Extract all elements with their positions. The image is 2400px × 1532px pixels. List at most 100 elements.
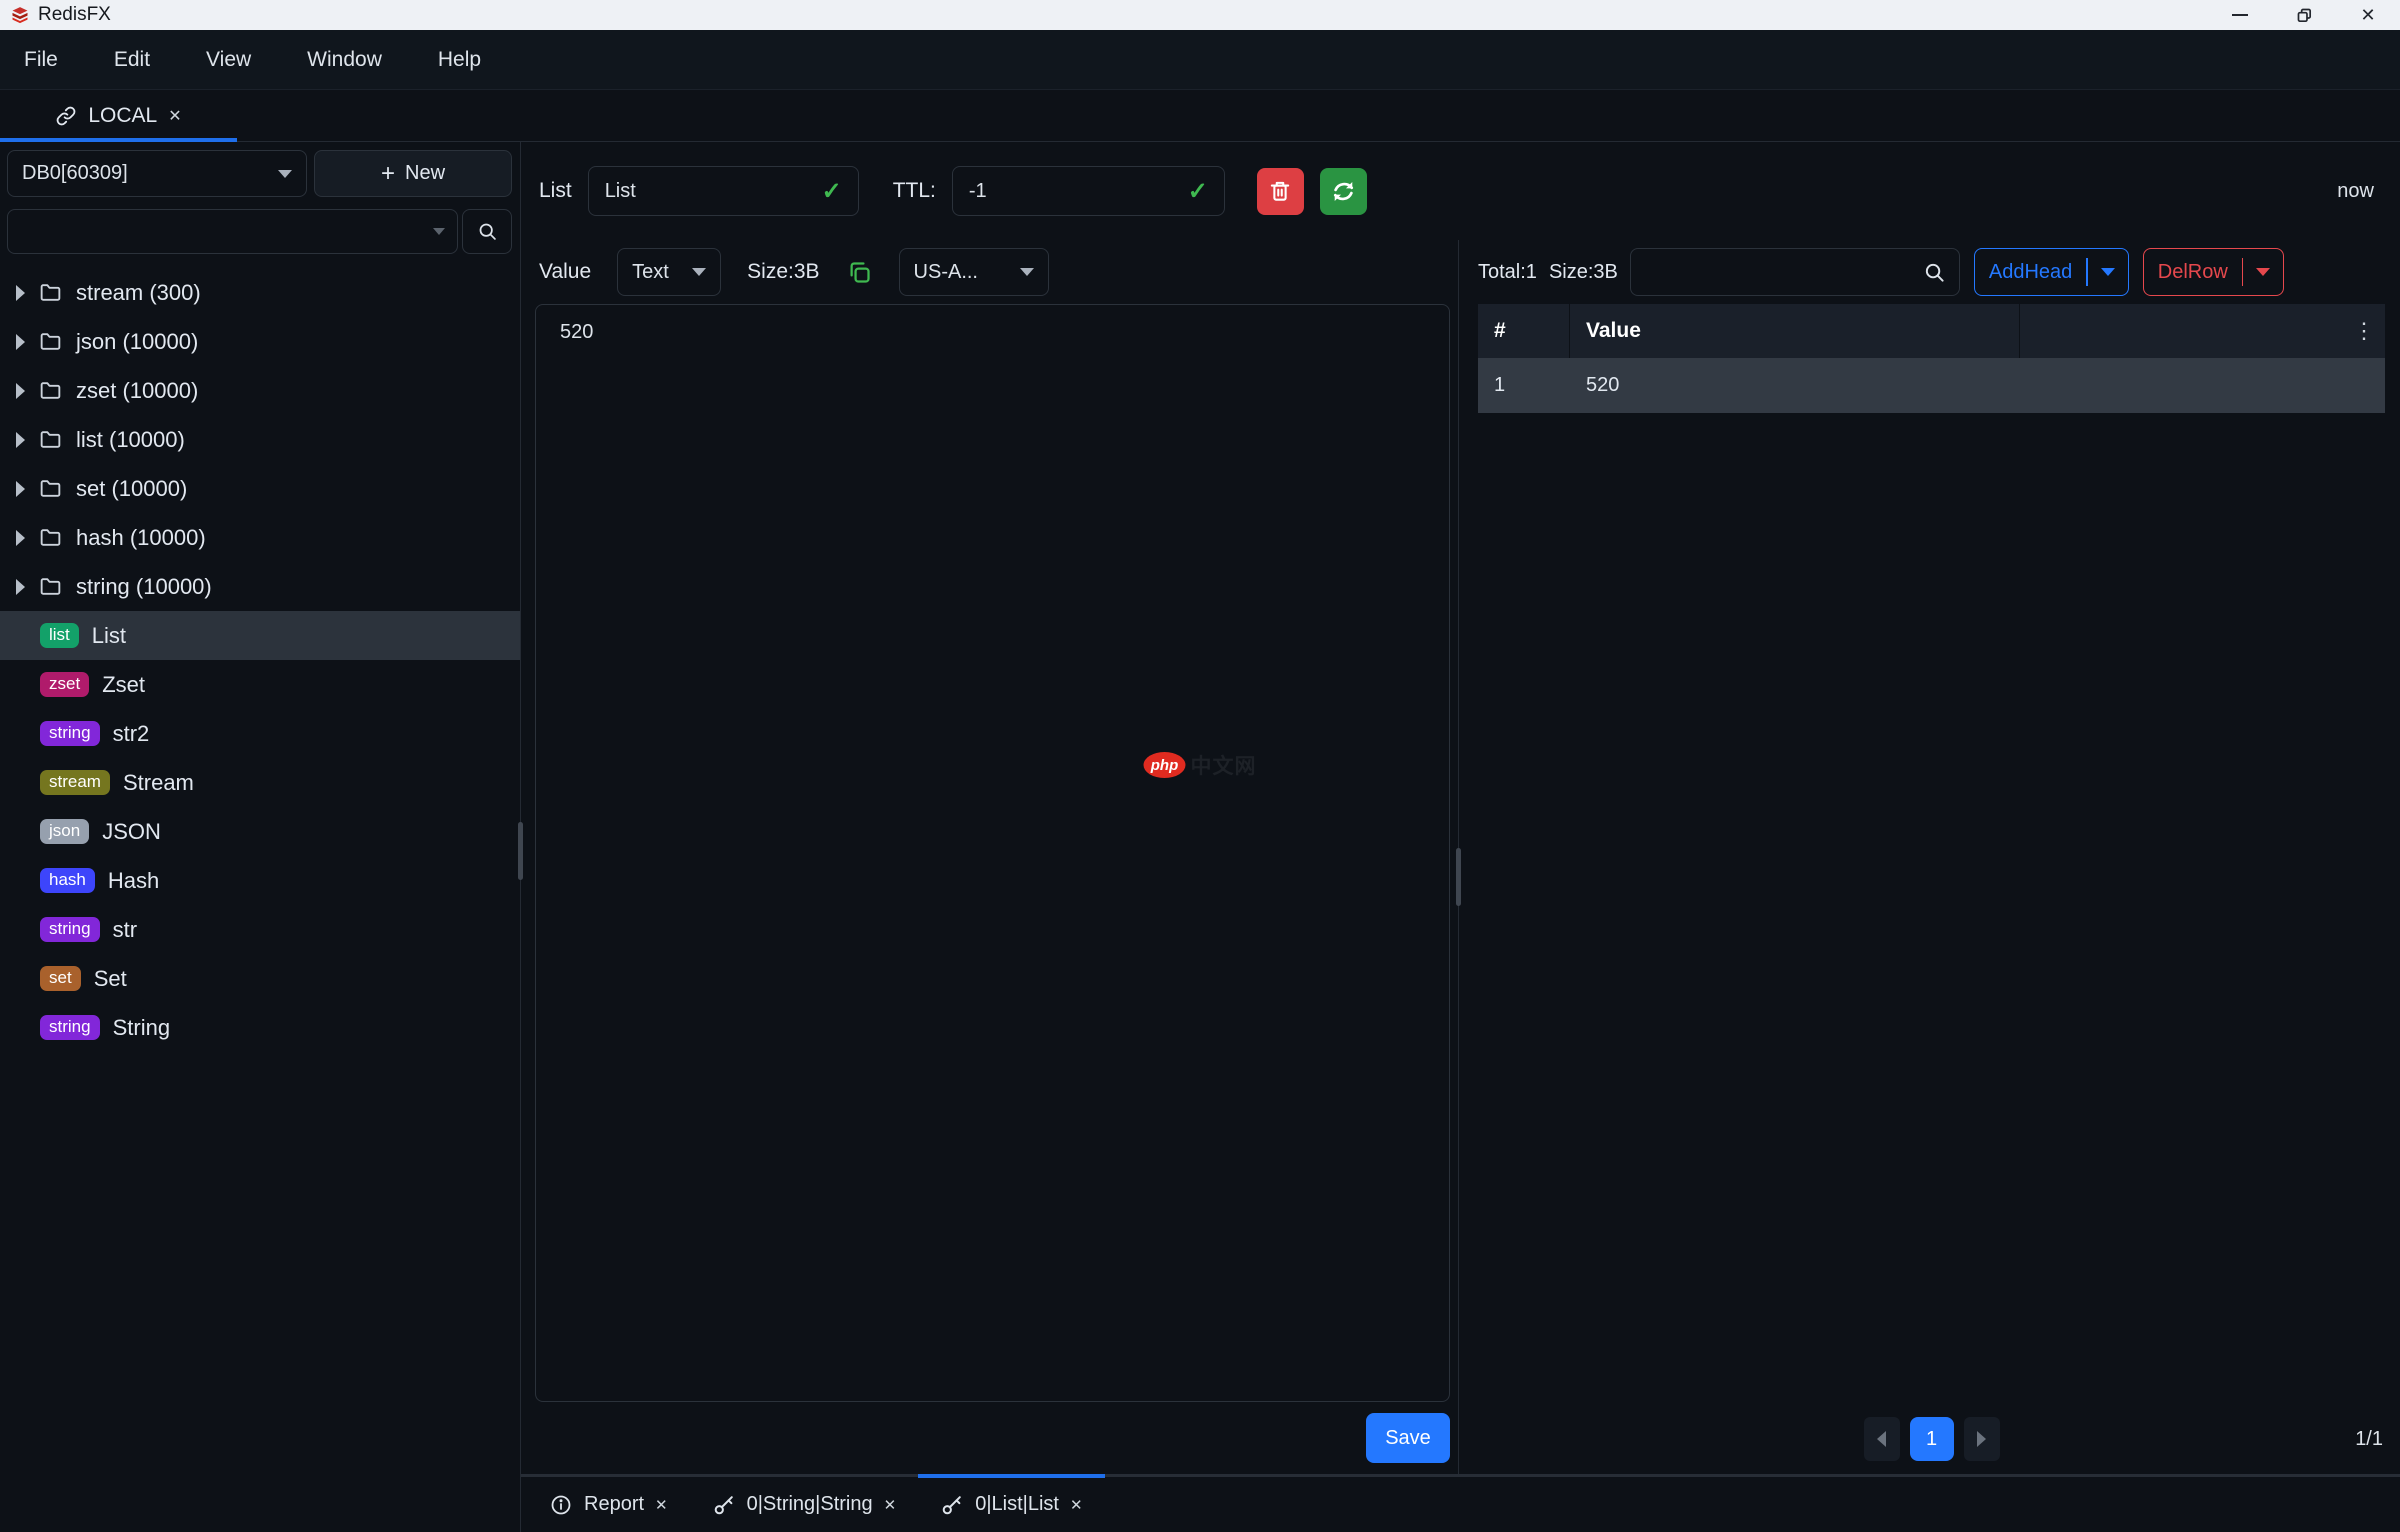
folder-label: stream (300)	[76, 280, 201, 306]
sidebar-resize-handle[interactable]	[518, 822, 523, 880]
close-button[interactable]: ✕	[2336, 0, 2400, 30]
delete-key-button[interactable]	[1257, 168, 1304, 215]
menu-window[interactable]: Window	[307, 48, 382, 72]
chevron-down-icon[interactable]	[2256, 268, 2270, 276]
row-value-cell: 520	[1570, 358, 2020, 413]
value-label: Value	[539, 260, 591, 284]
folder-label: set (10000)	[76, 476, 187, 502]
close-tab-icon[interactable]: ✕	[884, 1496, 897, 1514]
tree-caret-icon[interactable]	[16, 334, 25, 350]
next-page-button[interactable]	[1964, 1417, 2000, 1461]
key-item-hash[interactable]: hash Hash	[0, 856, 520, 905]
key-item-list[interactable]: list List	[0, 611, 520, 660]
tree-folder-string[interactable]: string (10000)	[0, 562, 520, 611]
key-item-stream[interactable]: stream Stream	[0, 758, 520, 807]
info-icon	[549, 1493, 573, 1517]
ttl-input[interactable]: -1 ✓	[952, 166, 1225, 216]
menu-file[interactable]: File	[24, 48, 58, 72]
type-badge: hash	[40, 868, 95, 894]
key-label: Set	[94, 966, 127, 992]
folder-icon	[38, 329, 63, 354]
type-badge: stream	[40, 770, 110, 796]
tab-report[interactable]: Report ✕	[527, 1477, 690, 1532]
minimize-icon	[2232, 14, 2248, 16]
key-tree: stream (300) json (10000) zset (10000) l…	[0, 268, 520, 1532]
column-index-header: #	[1478, 304, 1570, 358]
key-item-zset[interactable]: zset Zset	[0, 660, 520, 709]
search-icon[interactable]	[1923, 261, 1946, 284]
pagination: 1 1/1	[1478, 1404, 2385, 1474]
bottom-tab-bar: Report ✕ 0|String|String ✕ 0|List|List ✕	[521, 1474, 2400, 1532]
key-item-string[interactable]: string String	[0, 1003, 520, 1052]
view-mode-select[interactable]: Text	[617, 248, 721, 296]
del-row-button[interactable]: DelRow	[2143, 248, 2285, 296]
tree-caret-icon[interactable]	[16, 383, 25, 399]
key-search-input[interactable]	[20, 220, 433, 243]
tree-caret-icon[interactable]	[16, 481, 25, 497]
table-header: # Value ⋮	[1478, 304, 2385, 358]
add-head-button[interactable]: AddHead	[1974, 248, 2129, 296]
panel-splitter[interactable]	[1458, 240, 1463, 1474]
new-key-button[interactable]: + New	[314, 150, 512, 197]
key-label: List	[92, 623, 126, 649]
key-item-json[interactable]: json JSON	[0, 807, 520, 856]
chevron-down-icon	[1020, 268, 1034, 276]
search-button[interactable]	[462, 209, 512, 254]
tree-caret-icon[interactable]	[16, 285, 25, 301]
key-item-str[interactable]: string str	[0, 905, 520, 954]
menu-help[interactable]: Help	[438, 48, 481, 72]
rows-search-input[interactable]	[1644, 261, 1923, 284]
tree-folder-set[interactable]: set (10000)	[0, 464, 520, 513]
menu-view[interactable]: View	[206, 48, 251, 72]
search-icon	[477, 221, 498, 242]
page-summary: 1/1	[2355, 1428, 2383, 1451]
tree-folder-hash[interactable]: hash (10000)	[0, 513, 520, 562]
folder-icon	[38, 476, 63, 501]
database-select[interactable]: DB0[60309]	[7, 150, 307, 197]
menu-edit[interactable]: Edit	[114, 48, 150, 72]
ttl-value: -1	[969, 180, 987, 203]
tree-caret-icon[interactable]	[16, 579, 25, 595]
maximize-button[interactable]	[2272, 0, 2336, 30]
close-tab-icon[interactable]: ✕	[1070, 1496, 1083, 1514]
chevron-down-icon[interactable]	[2101, 268, 2115, 276]
titlebar: RedisFX ✕	[0, 0, 2400, 30]
tree-caret-icon[interactable]	[16, 530, 25, 546]
value-editor[interactable]: 520	[535, 304, 1450, 1402]
row-index-cell: 1	[1478, 358, 1570, 413]
current-page-button[interactable]: 1	[1910, 1417, 1954, 1461]
splitter-handle[interactable]	[1456, 848, 1461, 906]
tree-folder-list[interactable]: list (10000)	[0, 415, 520, 464]
close-tab-icon[interactable]: ✕	[655, 1496, 668, 1514]
copy-icon[interactable]	[846, 259, 873, 286]
column-menu-icon[interactable]: ⋮	[2353, 318, 2375, 344]
tab-label: 0|List|List	[975, 1493, 1059, 1516]
chevron-down-icon[interactable]	[433, 228, 445, 235]
key-name-input[interactable]: List ✓	[588, 166, 859, 216]
tree-folder-stream[interactable]: stream (300)	[0, 268, 520, 317]
key-label: Stream	[123, 770, 194, 796]
type-badge: json	[40, 819, 89, 845]
close-connection-icon[interactable]: ✕	[168, 106, 181, 126]
key-label: str	[113, 917, 137, 943]
minimize-button[interactable]	[2208, 0, 2272, 30]
connection-tab-local[interactable]: LOCAL ✕	[0, 90, 237, 141]
prev-page-button[interactable]	[1864, 1417, 1900, 1461]
encoding-select[interactable]: US-A...	[899, 248, 1049, 296]
plus-icon: +	[381, 162, 395, 186]
refresh-key-button[interactable]	[1320, 168, 1367, 215]
tree-folder-json[interactable]: json (10000)	[0, 317, 520, 366]
table-row[interactable]: 1 520	[1478, 358, 2385, 413]
folder-icon	[38, 525, 63, 550]
save-label: Save	[1385, 1427, 1431, 1450]
tab-string-string[interactable]: 0|String|String ✕	[690, 1477, 919, 1532]
column-value-header: Value	[1570, 304, 2020, 358]
key-item-str2[interactable]: string str2	[0, 709, 520, 758]
key-item-set[interactable]: set Set	[0, 954, 520, 1003]
tab-list-list[interactable]: 0|List|List ✕	[918, 1477, 1104, 1532]
tree-caret-icon[interactable]	[16, 432, 25, 448]
tree-folder-zset[interactable]: zset (10000)	[0, 366, 520, 415]
refresh-icon	[1330, 178, 1357, 205]
save-button[interactable]: Save	[1366, 1413, 1450, 1463]
type-badge: string	[40, 1015, 100, 1041]
